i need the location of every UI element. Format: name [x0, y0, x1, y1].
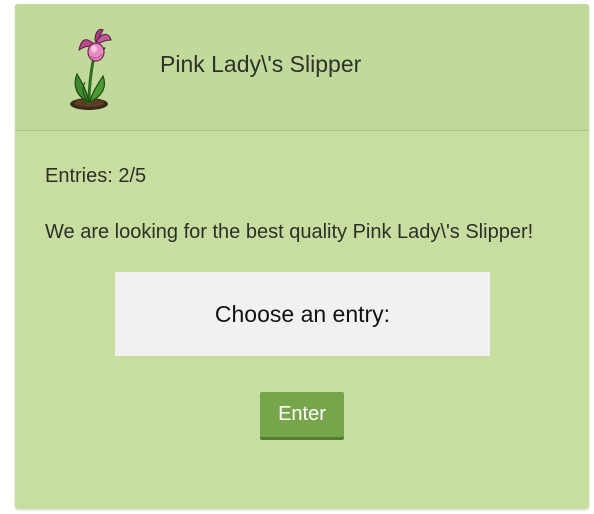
item-title: Pink Lady\'s Slipper	[160, 51, 362, 77]
card-header: Pink Lady\'s Slipper	[15, 4, 589, 131]
contest-description: We are looking for the best quality Pink…	[45, 221, 534, 243]
choose-entry-label: Choose an entry:	[214, 300, 391, 327]
choose-entry-selector[interactable]: Choose an entry:	[115, 272, 490, 356]
entries-count: Entries: 2/5	[45, 165, 147, 187]
pink-ladys-slipper-flower-icon	[70, 29, 112, 110]
enter-button[interactable]: Enter	[260, 392, 344, 440]
contest-card: Pink Lady\'s Slipper Entries: 2/5 We are…	[15, 4, 589, 509]
